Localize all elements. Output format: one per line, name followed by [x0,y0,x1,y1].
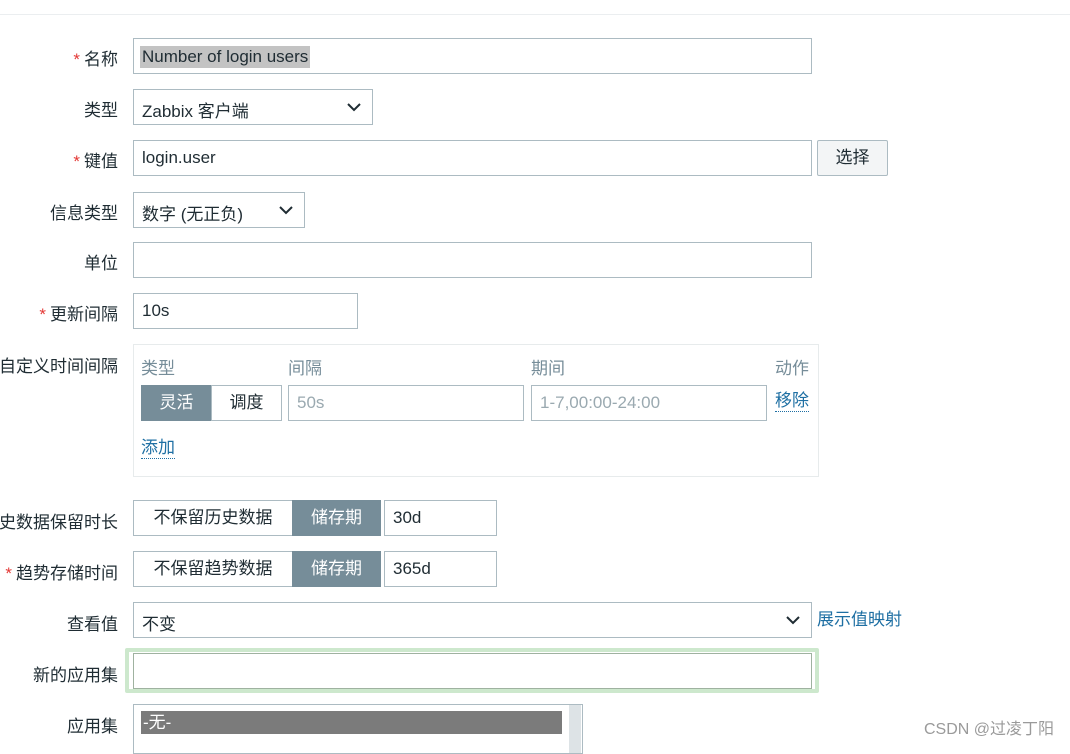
new-application-label: 新的应用集 [33,666,118,685]
col-header-period: 期间 [531,359,565,378]
interval-placeholder: 50s [297,393,325,412]
remove-interval-link[interactable]: 移除 [775,391,809,412]
chevron-down-icon [347,103,361,112]
applications-label: 应用集 [67,717,118,736]
history-period-input[interactable]: 30d [384,500,497,536]
scheduling-toggle[interactable]: 调度 [211,385,282,421]
custom-intervals-panel: 类型 间隔 期间 动作 灵活 调度 50s 1-7,00:00-24:00 移除… [133,344,819,477]
info-type-select[interactable]: 数字 (无正负) [133,192,305,228]
watermark: CSDN @过凌丁阳 [923,721,1054,738]
type-label: 类型 [84,101,118,120]
show-value-mappings-link[interactable]: 展示值映射 [817,610,902,630]
trends-label: * 趋势存储时间 [5,564,118,583]
chevron-down-icon [279,206,293,215]
show-value-value: 不变 [142,615,176,634]
chevron-down-icon [786,616,800,625]
trends-storage-toggle[interactable]: 储存期 [292,551,381,587]
top-divider [0,14,1070,15]
trends-period-value: 365d [393,559,431,578]
type-select[interactable]: Zabbix 客户端 [133,89,373,125]
history-storage-toggle[interactable]: 储存期 [292,500,381,536]
trends-period-input[interactable]: 365d [384,551,497,587]
name-label: * 名称 [73,50,118,69]
update-interval-input[interactable]: 10s [133,293,358,329]
history-period-value: 30d [393,508,422,527]
required-mark: * [39,305,46,324]
update-interval-label: * 更新间隔 [39,305,118,324]
col-header-action: 动作 [775,359,809,378]
applications-option-selected[interactable]: -无- [141,711,562,734]
name-value: Number of login users [140,46,311,68]
units-label: 单位 [84,254,118,273]
custom-intervals-label: 自定义时间间隔 [0,357,118,376]
key-label: * 键值 [73,152,118,171]
type-value: Zabbix 客户端 [142,102,249,121]
period-input[interactable]: 1-7,00:00-24:00 [531,385,767,421]
add-interval-link[interactable]: 添加 [141,438,175,459]
show-value-select[interactable]: 不变 [133,602,812,638]
update-interval-value: 10s [142,301,170,320]
show-value-label: 查看值 [67,615,118,634]
interval-input[interactable]: 50s [288,385,524,421]
required-mark: * [73,50,80,69]
history-label: 历史数据保留时长 [0,513,118,532]
col-header-interval: 间隔 [288,359,322,378]
name-input[interactable]: Number of login users [133,38,812,74]
new-application-input[interactable] [133,653,812,689]
history-no-keep-toggle[interactable]: 不保留历史数据 [133,500,293,536]
applications-listbox[interactable]: -无- [133,704,583,754]
required-mark: * [5,564,12,583]
period-placeholder: 1-7,00:00-24:00 [540,393,661,412]
listbox-scrollbar[interactable] [569,705,581,753]
units-input[interactable] [133,242,812,278]
key-value: login.user [142,148,216,167]
info-type-label: 信息类型 [50,204,118,223]
trends-no-keep-toggle[interactable]: 不保留趋势数据 [133,551,293,587]
required-mark: * [73,152,80,171]
info-type-value: 数字 (无正负) [142,205,244,224]
flexible-toggle[interactable]: 灵活 [141,385,212,421]
key-select-button[interactable]: 选择 [817,140,888,176]
col-header-type: 类型 [141,359,175,378]
key-input[interactable]: login.user [133,140,812,176]
